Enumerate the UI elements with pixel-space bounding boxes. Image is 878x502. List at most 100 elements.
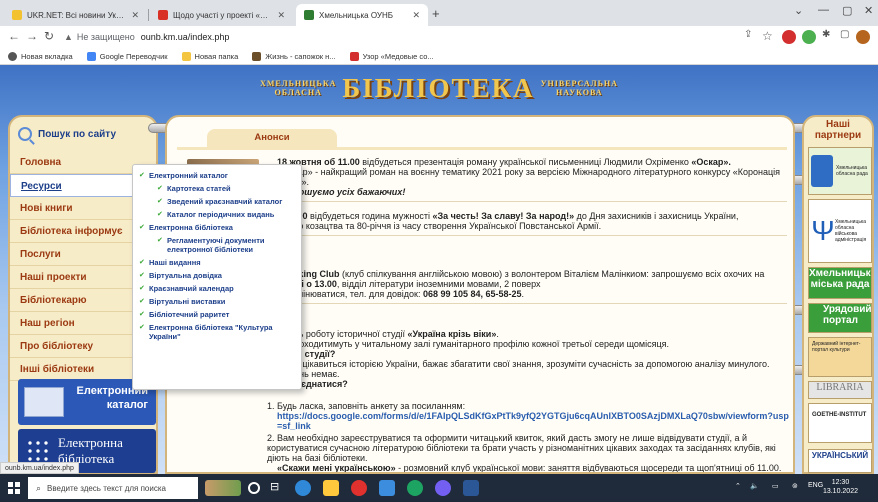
close-tab-icon[interactable]: ✕ <box>412 10 420 21</box>
store-icon[interactable] <box>379 480 395 496</box>
search-icon: ⌕ <box>36 482 42 493</box>
viber-icon[interactable] <box>435 480 451 496</box>
news-title: «Оскар». <box>691 157 731 167</box>
weather-widget-icon[interactable] <box>205 480 241 496</box>
taskbar-clock[interactable]: 12:30 13.10.2022 <box>823 478 858 496</box>
banner-left-bottom: ОБЛАСНА <box>274 88 322 97</box>
bookmark-folder[interactable]: Новая папка <box>181 51 239 61</box>
google-form-link[interactable]: https://docs.google.com/forms/d/e/1FAIpQ… <box>197 411 789 431</box>
partner-text: Хмельницька обласна рада <box>836 165 868 177</box>
address-bar[interactable]: ▲ Не защищено ounb.km.ua/index.php <box>64 28 704 46</box>
forward-icon[interactable]: → <box>26 29 38 43</box>
bookmark-label: Новая папка <box>194 51 239 61</box>
back-icon[interactable]: ← <box>8 29 20 43</box>
extensions-puzzle-icon[interactable]: ✱ <box>822 29 830 40</box>
edge-icon[interactable] <box>295 480 311 496</box>
partner-city-council[interactable]: Хмельницька міська рада <box>808 267 872 299</box>
news-item: «Скажи мені українською» - розмовний клу… <box>277 463 787 472</box>
partner-government-portal[interactable]: Урядовий портал <box>808 303 872 333</box>
reload-icon[interactable]: ↻ <box>44 29 54 43</box>
file-explorer-icon[interactable] <box>323 480 339 496</box>
close-window-button[interactable]: ✕ <box>864 4 873 17</box>
share-icon[interactable]: ⇪ <box>744 29 752 40</box>
tray-chevron-icon[interactable]: ⌃ <box>735 482 741 490</box>
news-item: о 14.00 відбудеться година мужності «За … <box>277 211 787 236</box>
partner-libraria[interactable]: LIBRARIA <box>808 381 872 399</box>
close-tab-icon[interactable]: ✕ <box>277 10 285 21</box>
windows-start-icon[interactable] <box>8 482 20 494</box>
cortana-icon[interactable] <box>248 482 260 494</box>
partner-military-administration[interactable]: Ψ Хмельницька обласна військова адмініст… <box>808 199 872 263</box>
tab-ounb[interactable]: Хмельницька ОУНБ ✕ <box>296 4 428 26</box>
news-title: «Україна крізь віки» <box>407 329 497 339</box>
partners-panel: Наші партнери Хмельницька обласна рада Ψ… <box>802 115 874 474</box>
banner-title[interactable]: БІБЛІОТЕКА <box>342 73 534 104</box>
dd-library-rarity[interactable]: Бібліотечний раритет <box>139 308 295 321</box>
dd-regulatory-documents[interactable]: Регламентуючі документи електронної бібл… <box>139 234 295 256</box>
language-indicator[interactable]: ENG <box>808 482 823 489</box>
clock-date: 13.10.2022 <box>822 488 858 495</box>
bookmark-new-tab[interactable]: Новая вкладка <box>8 51 73 61</box>
task-view-icon[interactable]: ⊟ <box>270 480 286 496</box>
partner-ukrainian[interactable]: УКРАЇНСЬКИЙ <box>808 449 872 473</box>
volume-icon[interactable]: 🔈 <box>750 482 759 490</box>
network-icon[interactable]: ⊚ <box>792 482 798 490</box>
dd-electronic-library[interactable]: Електронна бібліотека <box>139 221 295 234</box>
extension-icon[interactable] <box>782 30 796 44</box>
site-search[interactable]: Пошук по сайту <box>18 127 116 141</box>
announcements-tab[interactable]: Анонси <box>207 129 337 147</box>
news-item: Speaking Club (клуб спілкування англійсь… <box>277 269 787 304</box>
news-text: х, хто цікавиться історією України, бажа… <box>277 359 770 369</box>
taskbar-search[interactable]: ⌕ Введите здесь текст для поиска <box>28 477 198 499</box>
bookmark-uzor[interactable]: Узор «Медовые со... <box>349 51 434 61</box>
battery-icon[interactable]: ▭ <box>772 482 779 490</box>
dd-article-index[interactable]: Картотека статей <box>139 182 295 195</box>
partner-goethe[interactable]: GOETHE-INSTITUT <box>808 403 872 443</box>
bookmark-star-icon[interactable]: ☆ <box>762 29 773 43</box>
tab-title: Хмельницька ОУНБ <box>319 10 393 20</box>
partner-oblast-council[interactable]: Хмельницька обласна рада <box>808 147 872 195</box>
bookmark-zhizn[interactable]: Жизнь - сапожок н... <box>252 51 336 61</box>
divider <box>277 235 787 236</box>
news-text: ня проходитимуть у читальному залі гуман… <box>277 339 670 349</box>
dd-local-calendar[interactable]: Краєзнавчий календар <box>139 282 295 295</box>
profile-avatar[interactable] <box>856 30 870 44</box>
dd-periodicals-catalog[interactable]: Каталог періодичних видань <box>139 208 295 221</box>
news-phone: 068 99 105 84, 65-58-25 <box>422 289 522 299</box>
tab-ukrnet[interactable]: UKR.NET: Всі новини України, о ✕ <box>4 4 147 26</box>
chrome-icon[interactable] <box>407 480 423 496</box>
partner-text: Державний інтернет-портал культури <box>812 341 861 353</box>
close-tab-icon[interactable]: ✕ <box>131 10 139 21</box>
news-text: 2. Вам необхідно зареєструватися та офор… <box>267 433 776 463</box>
partner-text: Хмельницька обласна військова адміністра… <box>835 219 867 243</box>
maximize-button[interactable]: ▢ <box>842 4 852 17</box>
minimize-button[interactable]: — <box>818 4 829 16</box>
news-item: 18 жовтня об 11.00 відбудеться презентац… <box>277 157 787 202</box>
promo-line: Електронна <box>58 435 123 450</box>
new-tab-button[interactable]: + <box>432 6 440 21</box>
dd-regional-catalog[interactable]: Зведений краєзнавчий каталог <box>139 195 295 208</box>
partners-title-line: партнери <box>814 130 862 141</box>
extension-icon[interactable] <box>802 30 816 44</box>
partner-label: УКРАЇНСЬКИЙ <box>811 451 869 460</box>
dd-electronic-catalog[interactable]: Електронний каталог <box>139 169 295 182</box>
word-icon[interactable] <box>463 480 479 496</box>
security-label: Не защищено <box>76 32 135 42</box>
news-text: , відділ літератури іноземними мовами, 2… <box>336 279 541 289</box>
tab-project[interactable]: Щодо участі у проекті «Розвит ✕ <box>150 4 293 26</box>
bookmark-google-translate[interactable]: Google Переводчик <box>86 51 168 61</box>
dd-virtual-reference[interactable]: Віртуальна довідка <box>139 269 295 282</box>
tab-search-icon[interactable]: ⌄ <box>794 4 803 17</box>
partner-culture-portal[interactable]: Державний інтернет-портал культури <box>808 337 872 377</box>
laptop-icon <box>24 387 64 417</box>
opera-icon[interactable] <box>351 480 367 496</box>
status-bar-url: ounb.km.ua/index.php <box>0 462 79 474</box>
dd-virtual-exhibitions[interactable]: Віртуальні виставки <box>139 295 295 308</box>
banner-left: ХМЕЛЬНИЦЬКА ОБЛАСНА <box>260 79 336 97</box>
sidebar-icon[interactable]: ▢ <box>840 29 849 40</box>
partner-text: GOETHE-INSTITUT <box>812 412 867 418</box>
news-text: до Дня захисників і захисниць України, <box>574 211 739 221</box>
tab-title: Щодо участі у проекті «Розвит <box>173 10 271 20</box>
dd-our-publications[interactable]: Наші видання <box>139 256 295 269</box>
dd-culture-of-ukraine[interactable]: Електронна бібліотека "Культура України" <box>139 321 295 343</box>
